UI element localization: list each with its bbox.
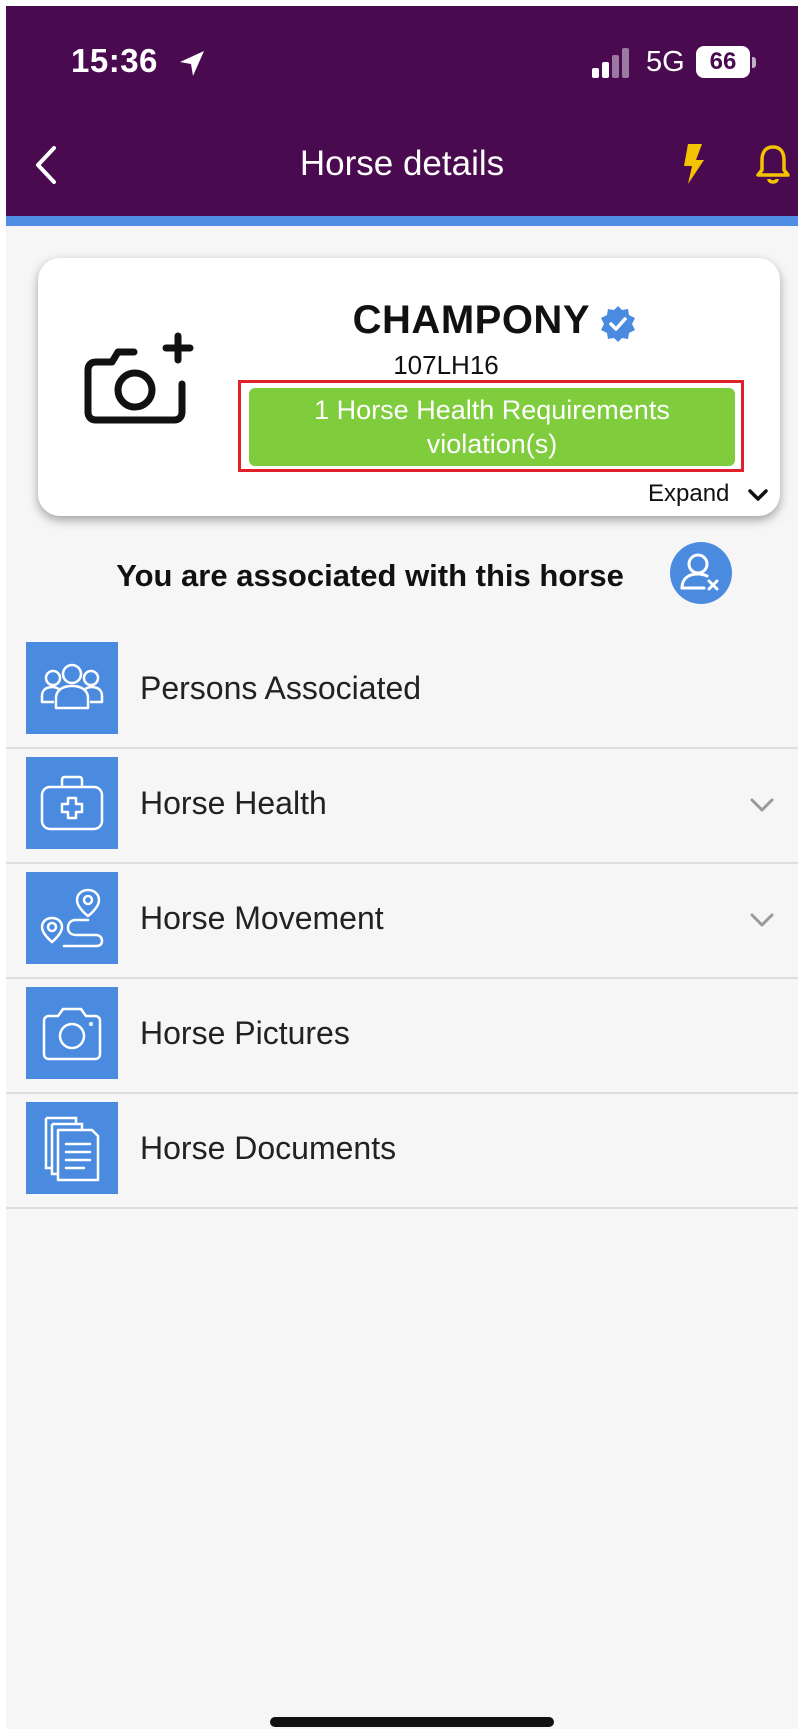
menu-item-label: Horse Pictures xyxy=(140,1015,350,1051)
add-photo-icon[interactable] xyxy=(82,330,200,430)
lightning-icon[interactable] xyxy=(678,142,710,186)
header-divider xyxy=(6,216,798,226)
camera-icon xyxy=(26,987,118,1079)
app-screen: 15:36 5G 66 Horse details CHAMPONY 107LH… xyxy=(6,6,798,1729)
menu-item-label: Persons Associated xyxy=(140,670,422,706)
signal-icon xyxy=(592,48,629,78)
horse-menu: Persons Associated Horse Health Horse Mo… xyxy=(6,634,798,1209)
people-icon xyxy=(26,642,118,734)
home-indicator[interactable] xyxy=(270,1717,554,1727)
violation-highlight: 1 Horse Health Requirements violation(s) xyxy=(238,380,744,472)
chevron-down-icon[interactable] xyxy=(750,797,774,813)
battery-cap xyxy=(752,57,756,68)
user-remove-icon xyxy=(680,553,719,591)
association-status: You are associated with this horse xyxy=(116,558,624,593)
menu-item-label: Horse Movement xyxy=(140,900,384,936)
bell-icon[interactable] xyxy=(754,142,792,186)
menu-item-horse-movement[interactable]: Horse Movement xyxy=(6,864,798,979)
expand-button[interactable]: Expand xyxy=(648,480,729,508)
chevron-down-icon[interactable] xyxy=(750,912,774,928)
route-icon xyxy=(26,872,118,964)
horse-name: CHAMPONY xyxy=(352,298,590,342)
menu-item-horse-pictures[interactable]: Horse Pictures xyxy=(6,979,798,1094)
documents-icon xyxy=(26,1102,118,1194)
location-arrow-icon xyxy=(180,51,204,76)
network-type: 5G xyxy=(646,46,685,78)
horse-id: 107LH16 xyxy=(393,350,499,380)
status-time: 15:36 xyxy=(71,42,158,79)
battery-indicator: 66 xyxy=(696,46,750,78)
violation-banner[interactable]: 1 Horse Health Requirements violation(s) xyxy=(249,388,735,466)
verified-badge-icon xyxy=(601,306,635,342)
remove-association-button[interactable] xyxy=(670,542,732,604)
horse-summary-card: CHAMPONY 107LH16 1 Horse Health Requirem… xyxy=(38,258,780,516)
chevron-down-icon[interactable] xyxy=(748,488,768,504)
menu-item-label: Horse Health xyxy=(140,785,327,821)
menu-item-label: Horse Documents xyxy=(140,1130,397,1166)
menu-item-persons-associated[interactable]: Persons Associated xyxy=(6,634,798,749)
app-header: 15:36 5G 66 Horse details xyxy=(6,6,798,216)
medical-kit-icon xyxy=(26,757,118,849)
menu-item-horse-documents[interactable]: Horse Documents xyxy=(6,1094,798,1209)
menu-item-horse-health[interactable]: Horse Health xyxy=(6,749,798,864)
